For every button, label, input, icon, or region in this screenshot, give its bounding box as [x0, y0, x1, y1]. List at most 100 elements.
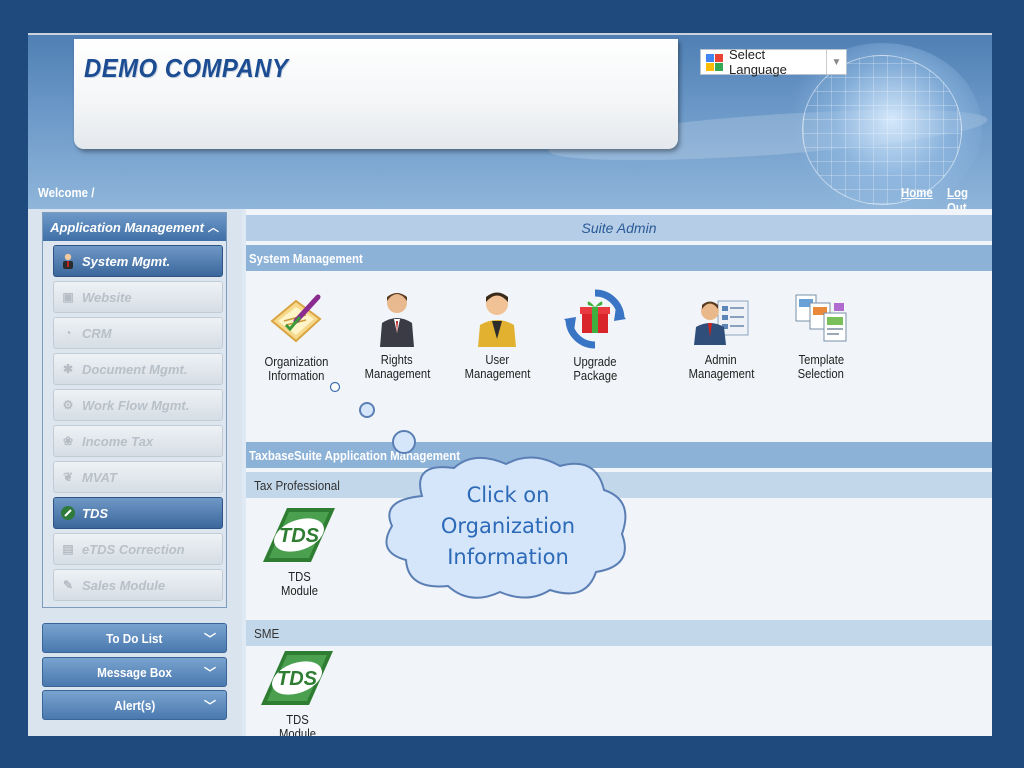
mvat-icon: ❦: [62, 470, 74, 484]
dropdown-arrow-icon[interactable]: ▼: [826, 50, 846, 74]
admin-user-icon: [60, 253, 76, 269]
sidebar-item-label: Work Flow Mgmt.: [82, 397, 190, 413]
sidebar-item-crm[interactable]: ◔ CRM: [53, 317, 223, 349]
tile-admin-management[interactable]: Admin Management: [676, 289, 766, 381]
tile-label-line2: Selection: [797, 367, 845, 381]
tile-user-management[interactable]: User Management: [452, 289, 542, 381]
sidebar: Application Management ︿ System Mgmt. ▣ …: [28, 209, 242, 736]
sme-bar: SME: [246, 620, 992, 646]
tile-upgrade-package[interactable]: Upgrade Package: [550, 289, 640, 383]
sidebar-item-system-mgmt[interactable]: System Mgmt.: [53, 245, 223, 277]
thought-bubble-small: [359, 402, 375, 418]
tile-label-line1: TDS: [285, 713, 309, 727]
language-select[interactable]: Select Language ▼: [700, 47, 847, 77]
home-link[interactable]: Home: [901, 185, 933, 200]
tile-tds-module-tax-professional[interactable]: TDS TDS Module: [254, 506, 344, 598]
app-window: DEMO COMPANY Select Language ▼ Welcome /…: [28, 33, 992, 736]
message-box-bar[interactable]: Message Box ﹀: [42, 657, 227, 687]
tile-rights-management[interactable]: Rights Management: [352, 289, 442, 381]
tile-label-line1: Template: [798, 353, 844, 367]
chevron-down-icon: ﹀: [203, 632, 216, 646]
alerts-bar[interactable]: Alert(s) ﹀: [42, 690, 227, 720]
chevron-up-icon: ︿: [207, 222, 219, 234]
sidebar-item-label: System Mgmt.: [82, 253, 171, 269]
admin-management-icon: [694, 300, 749, 345]
sidebar-item-income-tax[interactable]: ❀ Income Tax: [53, 425, 223, 457]
instruction-callout: Click on Organization Information: [382, 456, 634, 602]
tds-module-icon: TDS: [261, 651, 333, 705]
sidebar-item-label: eTDS Correction: [82, 541, 185, 557]
income-tax-icon: ❀: [62, 434, 74, 448]
tile-label-line2: Package: [573, 369, 617, 383]
callout-line: Organization: [440, 514, 576, 538]
tile-label-line1: Organization: [264, 355, 328, 369]
sidebar-item-label: Document Mgmt.: [82, 361, 188, 377]
svg-text:TDS: TDS: [277, 668, 318, 690]
callout-line: Information: [447, 545, 569, 569]
logo-panel: DEMO COMPANY: [74, 39, 678, 149]
user-management-icon: [478, 292, 516, 347]
logout-link[interactable]: Log Out: [947, 185, 987, 209]
tile-tds-module-sme[interactable]: TDS TDS Module: [252, 649, 342, 736]
application-management-panel: Application Management ︿ System Mgmt. ▣ …: [42, 212, 227, 608]
bar-label: Message Box: [97, 664, 172, 680]
bar-label: To Do List: [106, 630, 163, 646]
sales-icon: ✎: [62, 578, 74, 592]
tile-label-line1: Rights: [381, 353, 413, 367]
callout-text: Click on Organization Information: [382, 480, 634, 573]
callout-line: Click on: [466, 483, 550, 507]
tile-organization-information[interactable]: Organization Information: [251, 291, 341, 393]
sidebar-item-mvat[interactable]: ❦ MVAT: [53, 461, 223, 493]
system-management-section: System Management: [246, 245, 992, 271]
organization-info-icon: [270, 294, 322, 343]
chevron-down-icon: ﹀: [203, 699, 216, 713]
sidebar-item-sales-module[interactable]: ✎ Sales Module: [53, 569, 223, 601]
sidebar-item-label: MVAT: [82, 469, 117, 485]
sidebar-item-etds-correction[interactable]: ▤ eTDS Correction: [53, 533, 223, 565]
tile-template-selection[interactable]: Template Selection: [776, 291, 866, 381]
page-title: Suite Admin: [246, 215, 992, 241]
tile-label-line2: Module: [280, 584, 318, 598]
template-selection-icon: [795, 294, 847, 342]
application-management-header[interactable]: Application Management ︿: [43, 213, 226, 241]
thought-bubble-medium: [392, 430, 416, 454]
sidebar-item-document-mgmt[interactable]: ✱ Document Mgmt.: [53, 353, 223, 385]
panel-title: Application Management: [50, 219, 204, 235]
sidebar-item-label: Income Tax: [82, 433, 154, 449]
google-translate-icon: [706, 53, 723, 71]
tile-label-line2: Management: [688, 367, 754, 381]
svg-text:TDS: TDS: [279, 525, 320, 547]
tds-icon: [60, 505, 76, 521]
website-icon: ▣: [62, 290, 74, 304]
chevron-down-icon: ﹀: [203, 666, 216, 680]
tile-label-line2: Management: [364, 367, 430, 381]
workflow-icon: ⚙: [62, 398, 74, 412]
sidebar-item-label: TDS: [82, 505, 108, 521]
cursor-marker-icon: [329, 381, 341, 393]
language-select-label: Select Language: [729, 47, 787, 77]
welcome-text: Welcome /: [38, 185, 95, 200]
bar-label: Alert(s): [114, 697, 155, 713]
to-do-list-bar[interactable]: To Do List ﹀: [42, 623, 227, 653]
sidebar-item-tds[interactable]: TDS: [53, 497, 223, 529]
tile-label-line1: Upgrade: [573, 355, 617, 369]
sidebar-item-work-flow-mgmt[interactable]: ⚙ Work Flow Mgmt.: [53, 389, 223, 421]
tile-label-line2: Management: [464, 367, 530, 381]
tds-module-icon: TDS: [263, 508, 335, 562]
rights-management-icon: [380, 293, 414, 347]
header-banner: DEMO COMPANY Select Language ▼ Welcome /…: [28, 35, 992, 209]
company-name: DEMO COMPANY: [84, 53, 289, 83]
sidebar-item-label: Sales Module: [82, 577, 166, 593]
upgrade-package-icon: [564, 289, 626, 349]
sidebar-item-label: CRM: [82, 325, 112, 341]
globe-grid: [802, 55, 962, 205]
etds-icon: ▤: [62, 542, 74, 556]
tile-label-line2: Information: [267, 369, 325, 383]
tile-label-line1: Admin: [705, 353, 737, 367]
tile-label-line1: User: [485, 353, 509, 367]
sidebar-item-website[interactable]: ▣ Website: [53, 281, 223, 313]
crm-icon: ◔: [64, 326, 72, 340]
document-icon: ✱: [62, 362, 74, 376]
tile-label-line2: Module: [278, 727, 316, 736]
tile-label-line1: TDS: [287, 570, 311, 584]
